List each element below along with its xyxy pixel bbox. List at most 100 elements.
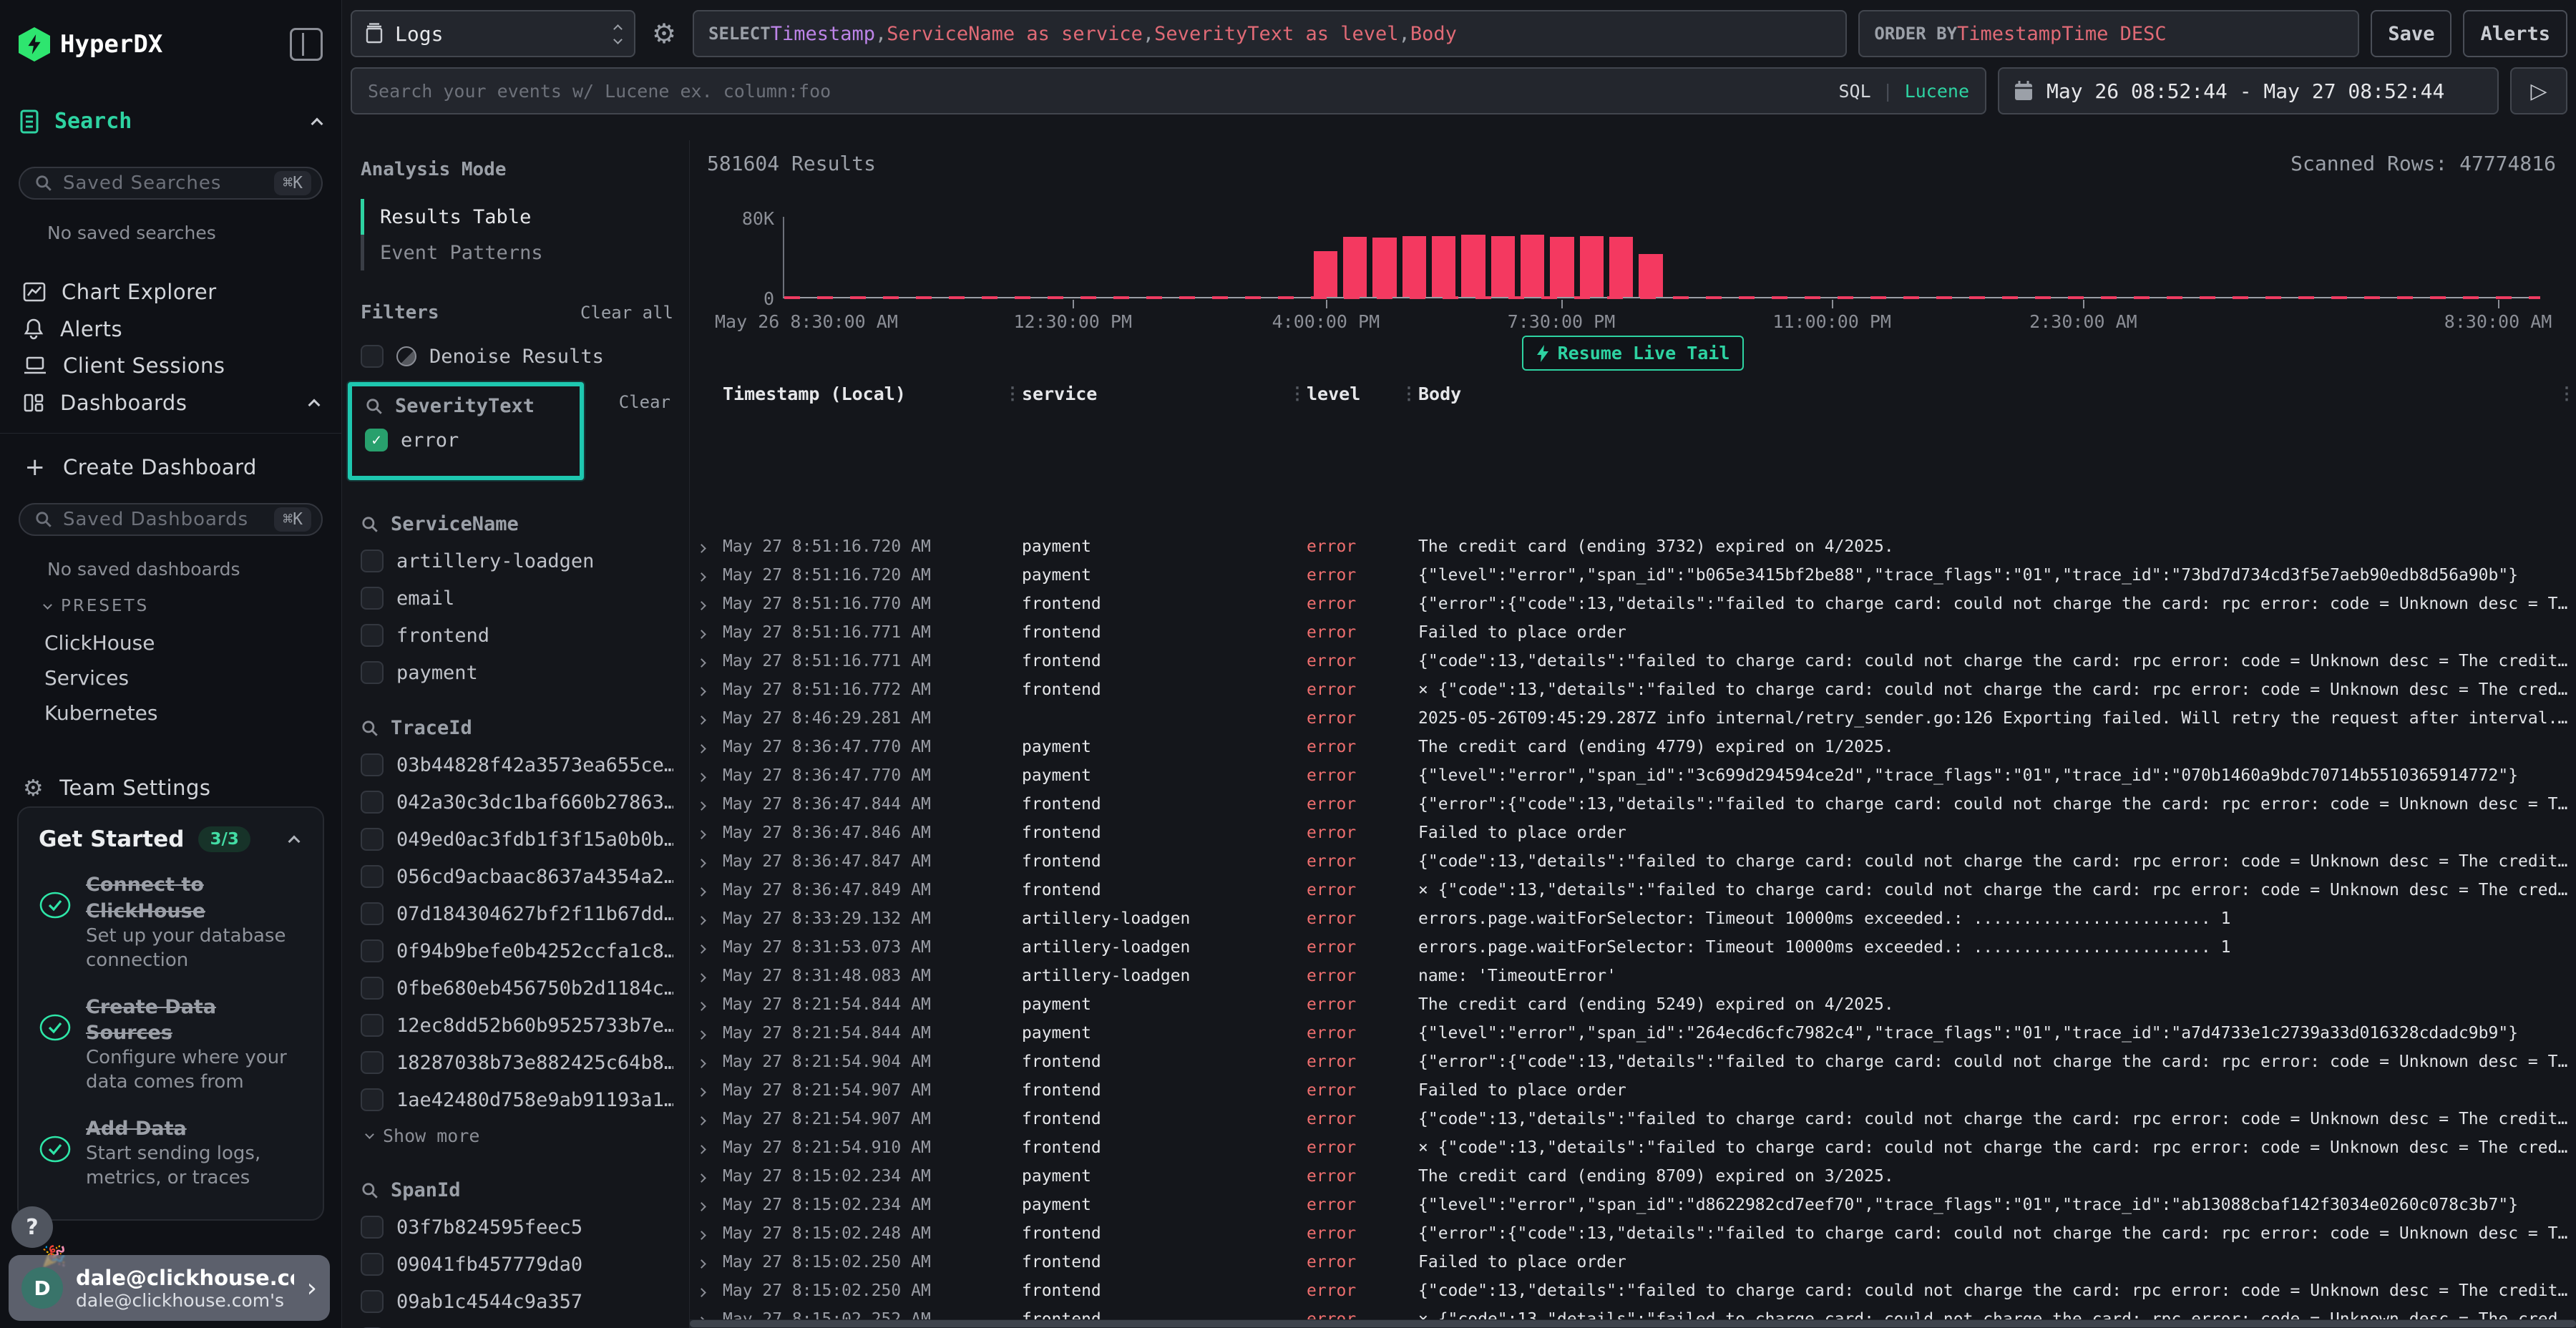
filter-option-artillery-loadgen[interactable]: artillery-loadgen	[361, 550, 673, 572]
histogram-bar[interactable]	[1550, 237, 1574, 297]
checkbox-unchecked[interactable]	[361, 1051, 384, 1074]
expand-row-icon[interactable]	[698, 738, 723, 756]
expand-row-icon[interactable]	[698, 1053, 723, 1071]
table-row[interactable]: May 27 8:21:54.904 AM⋮frontend⋮error⋮{"e…	[690, 1048, 2576, 1076]
filter-option-error[interactable]: ✓error	[365, 429, 568, 451]
run-search-button[interactable]: ▷	[2510, 67, 2567, 114]
histogram-bar[interactable]	[1461, 235, 1485, 297]
column-service[interactable]: service	[1022, 384, 1288, 404]
table-row[interactable]: May 27 8:51:16.720 AM⋮payment⋮error⋮{"le…	[690, 561, 2576, 590]
help-button[interactable]: ?	[11, 1206, 53, 1248]
histogram-bar[interactable]	[1609, 237, 1633, 297]
mode-lucene-toggle[interactable]: Lucene	[1905, 81, 1969, 102]
source-select[interactable]: Logs	[351, 10, 635, 57]
histogram-bar[interactable]	[1314, 251, 1337, 297]
table-row[interactable]: May 27 8:36:47.770 AM⋮payment⋮error⋮The …	[690, 733, 2576, 761]
results-histogram[interactable]: 80K 0 May 26 8:30:00 AM12:30:00 PM4:00:0…	[690, 180, 2565, 330]
table-row[interactable]: May 27 8:31:48.083 AM⋮artillery-loadgen⋮…	[690, 962, 2576, 990]
filter-option-049ed0ac3fdb1f3f15a0b0b-[interactable]: 049ed0ac3fdb1f3f15a0b0b…	[361, 828, 673, 851]
filter-option-09041fb457779da0[interactable]: 09041fb457779da0	[361, 1253, 673, 1276]
clear-all-filters-link[interactable]: Clear all	[580, 303, 673, 323]
table-row[interactable]: May 27 8:21:54.907 AM⋮frontend⋮error⋮{"c…	[690, 1105, 2576, 1133]
expand-row-icon[interactable]	[698, 1224, 723, 1243]
checkbox-unchecked[interactable]	[361, 977, 384, 1000]
filter-option-07d184304627bf2f11b67dd-[interactable]: 07d184304627bf2f11b67dd…	[361, 902, 673, 925]
checkbox-unchecked[interactable]	[361, 791, 384, 814]
column-level[interactable]: level	[1307, 384, 1400, 404]
table-row[interactable]: May 27 8:15:02.234 AM⋮payment⋮error⋮{"le…	[690, 1191, 2576, 1219]
order-by-input[interactable]: ORDER BY TimestampTime DESC	[1858, 10, 2359, 57]
expand-row-icon[interactable]	[698, 623, 723, 642]
hyperdx-logo[interactable]: HyperDX	[19, 27, 162, 62]
alerts-button[interactable]: Alerts	[2463, 10, 2567, 57]
expand-row-icon[interactable]	[698, 795, 723, 814]
sidebar-item-dashboards[interactable]: Dashboards	[16, 384, 326, 421]
event-search-input[interactable]: Search your events w/ Lucene ex. column:…	[351, 67, 1986, 114]
histogram-bar[interactable]	[1432, 236, 1455, 297]
expand-row-icon[interactable]	[698, 1196, 723, 1214]
expand-row-icon[interactable]	[698, 1310, 723, 1319]
get-started-step-add-data[interactable]: Add Data Start sending logs, metrics, or…	[39, 1116, 303, 1191]
expand-row-icon[interactable]	[698, 938, 723, 957]
expand-row-icon[interactable]	[698, 881, 723, 899]
save-button[interactable]: Save	[2371, 10, 2451, 57]
expand-row-icon[interactable]	[698, 1110, 723, 1128]
sidebar-item-team-settings[interactable]: ⚙ Team Settings	[16, 769, 326, 806]
histogram-bar[interactable]	[1491, 236, 1515, 297]
table-row[interactable]: May 27 8:21:54.910 AM⋮frontend⋮error⋮× {…	[690, 1133, 2576, 1162]
checkbox-unchecked[interactable]	[361, 624, 384, 647]
checkbox-unchecked[interactable]	[361, 550, 384, 572]
mode-sql-toggle[interactable]: SQL	[1838, 81, 1870, 102]
expand-row-icon[interactable]	[698, 852, 723, 871]
filter-option-042a30c3dc1baf660b27863-[interactable]: 042a30c3dc1baf660b27863…	[361, 791, 673, 814]
table-row[interactable]: May 27 8:36:47.846 AM⋮frontend⋮error⋮Fai…	[690, 819, 2576, 847]
checkbox-unchecked[interactable]	[361, 587, 384, 610]
table-row[interactable]: May 27 8:51:16.771 AM⋮frontend⋮error⋮Fai…	[690, 618, 2576, 647]
source-settings-gear-icon[interactable]: ⚙	[647, 10, 681, 57]
checkbox-unchecked[interactable]	[361, 1014, 384, 1037]
get-started-step-sources[interactable]: Create Data Sources Configure where your…	[39, 995, 303, 1095]
table-row[interactable]: May 27 8:21:54.907 AM⋮frontend⋮error⋮Fai…	[690, 1076, 2576, 1105]
filter-option-frontend[interactable]: frontend	[361, 624, 673, 647]
filter-option-0f94b9befe0b4252ccfa1c8-[interactable]: 0f94b9befe0b4252ccfa1c8…	[361, 939, 673, 962]
table-row[interactable]: May 27 8:33:29.132 AM⋮artillery-loadgen⋮…	[690, 904, 2576, 933]
expand-row-icon[interactable]	[698, 1253, 723, 1271]
horizontal-scrollbar[interactable]	[690, 1319, 2576, 1328]
expand-row-icon[interactable]	[698, 652, 723, 670]
expand-row-icon[interactable]	[698, 595, 723, 613]
get-started-step-connect[interactable]: Connect to ClickHouse Set up your databa…	[39, 872, 303, 972]
time-range-picker[interactable]: May 26 08:52:44 - May 27 08:52:44	[1998, 67, 2499, 114]
column-resize-handle[interactable]: ⋮	[2557, 384, 2576, 404]
show-more-link[interactable]: Show more	[366, 1126, 673, 1146]
preset-kubernetes[interactable]: Kubernetes	[16, 695, 326, 731]
checkbox-unchecked[interactable]	[361, 1088, 384, 1111]
table-row[interactable]: May 27 8:46:29.281 AM⋮⋮error⋮2025-05-26T…	[690, 704, 2576, 733]
table-row[interactable]: May 27 8:31:53.073 AM⋮artillery-loadgen⋮…	[690, 933, 2576, 962]
saved-searches-input[interactable]: Saved Searches ⌘K	[19, 167, 323, 200]
expand-row-icon[interactable]	[698, 1167, 723, 1186]
expand-row-icon[interactable]	[698, 1081, 723, 1100]
expand-row-icon[interactable]	[698, 824, 723, 842]
table-row[interactable]: May 27 8:51:16.720 AM⋮payment⋮error⋮The …	[690, 532, 2576, 561]
create-dashboard-button[interactable]: + Create Dashboard	[16, 451, 326, 483]
table-row[interactable]: May 27 8:21:54.844 AM⋮payment⋮error⋮{"le…	[690, 1019, 2576, 1048]
expand-row-icon[interactable]	[698, 766, 723, 785]
checkbox-unchecked[interactable]	[361, 661, 384, 684]
collapse-sidebar-icon[interactable]	[290, 28, 323, 61]
histogram-bar[interactable]	[1580, 236, 1604, 297]
expand-row-icon[interactable]	[698, 566, 723, 585]
table-row[interactable]: May 27 8:36:47.770 AM⋮payment⋮error⋮{"le…	[690, 761, 2576, 790]
table-row[interactable]: May 27 8:21:54.844 AM⋮payment⋮error⋮The …	[690, 990, 2576, 1019]
table-row[interactable]: May 27 8:15:02.250 AM⋮frontend⋮error⋮{"c…	[690, 1276, 2576, 1305]
chevron-up-icon[interactable]	[288, 836, 301, 848]
filter-option-email[interactable]: email	[361, 587, 673, 610]
user-account-chip[interactable]: D dale@clickhouse.com dale@clickhouse.co…	[9, 1255, 330, 1321]
checkbox-unchecked[interactable]	[361, 865, 384, 888]
table-row[interactable]: May 27 8:51:16.770 AM⋮frontend⋮error⋮{"e…	[690, 590, 2576, 618]
expand-row-icon[interactable]	[698, 709, 723, 728]
expand-row-icon[interactable]	[698, 680, 723, 699]
histogram-bar[interactable]	[1402, 236, 1426, 297]
column-body[interactable]: Body	[1418, 384, 2557, 404]
histogram-bar[interactable]	[1372, 238, 1396, 297]
table-row[interactable]: May 27 8:15:02.248 AM⋮frontend⋮error⋮{"e…	[690, 1219, 2576, 1248]
